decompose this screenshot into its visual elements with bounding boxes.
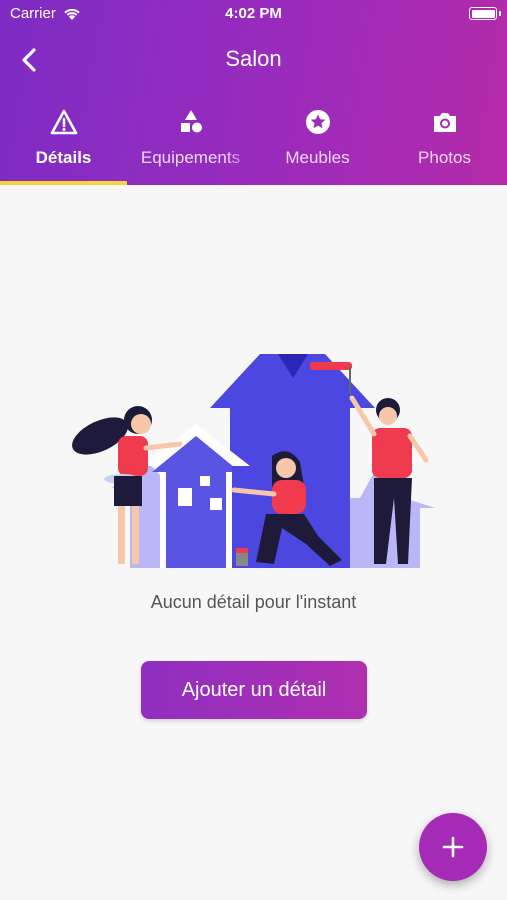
plus-icon	[442, 836, 464, 858]
active-tab-indicator	[0, 181, 127, 185]
tab-equipements[interactable]: Equipements	[127, 100, 254, 185]
empty-state-message: Aucun détail pour l'instant	[150, 592, 357, 612]
tab-details[interactable]: Détails	[0, 100, 127, 185]
star-circle-icon	[305, 110, 330, 134]
clock: 4:02 PM	[225, 5, 282, 22]
tab-bar: Détails Equipements Meubles Photos	[0, 100, 507, 185]
tab-photos[interactable]: Photos	[381, 100, 507, 185]
add-detail-button[interactable]: Ajouter un détail	[141, 661, 367, 719]
warning-triangle-icon	[50, 109, 77, 135]
tab-details-label: Détails	[35, 148, 92, 167]
camera-icon	[433, 113, 456, 132]
app-header: Carrier 4:02 PM Salon Détails Equipement…	[0, 0, 507, 185]
tab-photos-label: Photos	[418, 148, 471, 167]
renovation-illustration	[72, 354, 435, 568]
battery-icon	[469, 7, 501, 20]
tab-meubles-label: Meubles	[285, 148, 350, 167]
shapes-icon	[180, 110, 202, 133]
add-fab-button[interactable]	[419, 813, 487, 881]
page-title: Salon	[225, 46, 282, 71]
tab-meubles[interactable]: Meubles	[254, 100, 381, 185]
tab-label-fade	[226, 144, 254, 174]
status-bar: Carrier 4:02 PM	[0, 0, 507, 28]
